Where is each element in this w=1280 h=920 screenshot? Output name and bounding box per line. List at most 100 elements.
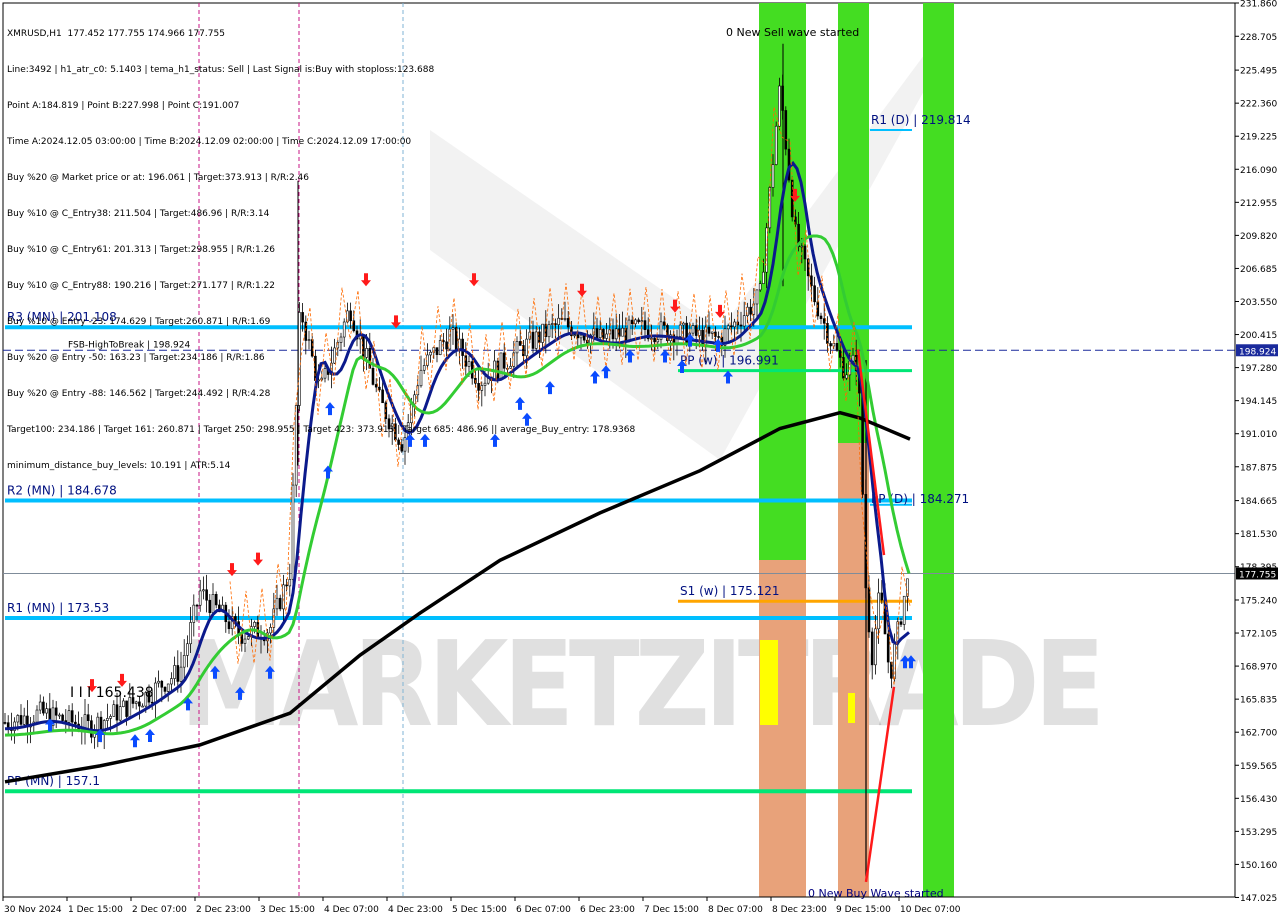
sell-wave-label: 0 New Sell wave started — [726, 26, 859, 39]
x-tick-label: 10 Dec 07:00 — [900, 905, 961, 915]
candle-body — [166, 683, 170, 692]
candle-body — [298, 312, 301, 406]
candle-body — [810, 275, 813, 287]
candle-body — [838, 350, 842, 358]
watermark-text: MARKETZITRADE — [180, 615, 1100, 753]
candle-body — [435, 347, 439, 355]
candle-body — [74, 721, 77, 725]
candle-body — [515, 341, 519, 354]
candle-body — [534, 331, 538, 349]
candle-body — [637, 319, 640, 323]
candle-body — [106, 718, 109, 721]
candle-body — [822, 318, 826, 324]
candle-body — [880, 592, 884, 601]
x-tick-label: 9 Dec 15:00 — [836, 905, 891, 915]
candle-body — [61, 714, 64, 721]
candle-body — [122, 700, 125, 707]
candle-body — [573, 334, 576, 337]
candle-body — [374, 384, 378, 388]
y-tick-label: 172.105 — [1240, 630, 1277, 640]
candle-body — [109, 716, 112, 719]
candle-body — [579, 334, 583, 339]
candle-body — [902, 595, 906, 625]
candle-body — [627, 319, 631, 342]
x-tick-label: 30 Nov 2024 — [4, 905, 62, 915]
candle-body — [176, 665, 180, 682]
fsb-price-tag-label: 198.924 — [1239, 347, 1276, 357]
candle-body — [480, 385, 484, 391]
x-tick-label: 7 Dec 15:00 — [644, 905, 699, 915]
candle-body — [630, 319, 634, 325]
candle-body — [291, 484, 295, 580]
candle-body — [518, 341, 522, 346]
price-chart[interactable]: MARKETZITRADE R3 (MN) | 201.108 R2 (MN) | … — [0, 0, 1280, 920]
y-tick-label: 203.550 — [1240, 298, 1277, 308]
candle-body — [339, 336, 343, 343]
y-tick-label: 222.360 — [1240, 100, 1277, 110]
y-tick-label: 231.860 — [1240, 0, 1277, 10]
level-label: S1 (w) | 175.121 — [680, 584, 780, 598]
candle-body — [477, 383, 480, 391]
candle-body — [214, 594, 218, 606]
chart-frame: MARKETZITRADE R3 (MN) | 201.108 R2 (MN) | … — [0, 0, 1280, 920]
candle-body — [605, 333, 608, 339]
candle-body — [730, 325, 733, 328]
candle-body — [16, 715, 20, 723]
y-tick-label: 153.295 — [1240, 828, 1277, 838]
candle-body — [243, 638, 247, 644]
candle-body — [877, 592, 880, 630]
candle-body — [19, 715, 23, 725]
candle-body — [800, 245, 804, 248]
candle-body — [467, 361, 471, 367]
candle-body — [563, 318, 567, 320]
candle-body — [195, 604, 199, 607]
candle-body — [205, 589, 208, 601]
candle-body — [621, 327, 624, 337]
candle-body — [685, 322, 688, 345]
candle-body — [701, 329, 704, 347]
candle-body — [694, 325, 698, 336]
y-tick-label: 219.225 — [1240, 133, 1277, 143]
candle-body — [662, 321, 666, 326]
candle-body — [886, 633, 890, 663]
candle-body — [739, 324, 743, 327]
candle-body — [640, 320, 644, 323]
candle-body — [874, 628, 877, 666]
candle-body — [547, 324, 551, 338]
level-label: PP (w) | 196.991 — [680, 354, 779, 368]
candle-body — [3, 722, 7, 724]
y-tick-label: 184.665 — [1240, 497, 1277, 507]
candle-body — [138, 701, 141, 707]
candle-body — [154, 682, 157, 703]
candle-body — [86, 714, 90, 721]
candle-body — [301, 312, 304, 323]
candle-body — [778, 85, 781, 127]
y-tick-label: 197.280 — [1240, 364, 1277, 374]
candle-body — [58, 714, 61, 717]
candle-body — [566, 318, 570, 328]
candle-body — [70, 710, 74, 723]
zone-orange-band — [838, 443, 869, 897]
candle-body — [899, 621, 903, 625]
zone-orange-band — [759, 560, 806, 897]
candle-body — [819, 315, 823, 319]
candle-body — [134, 701, 138, 704]
candle-body — [323, 368, 327, 379]
candle-body — [502, 352, 506, 369]
candle-body — [710, 331, 714, 334]
candle-body — [278, 597, 282, 610]
x-tick-label: 4 Dec 23:00 — [388, 905, 443, 915]
candle-body — [758, 283, 762, 291]
candle-body — [422, 365, 426, 371]
low-marker-label: I I I 165.438 — [70, 685, 154, 701]
candle-body — [342, 321, 346, 338]
candle-body — [525, 338, 528, 357]
candle-body — [413, 394, 416, 405]
candle-body — [614, 328, 618, 340]
candle-body — [381, 389, 384, 404]
y-tick-label: 206.685 — [1240, 265, 1277, 275]
candle-body — [115, 704, 119, 721]
x-tick-label: 5 Dec 15:00 — [452, 905, 507, 915]
candle-body — [803, 245, 807, 260]
x-tick-label: 3 Dec 15:00 — [260, 905, 315, 915]
